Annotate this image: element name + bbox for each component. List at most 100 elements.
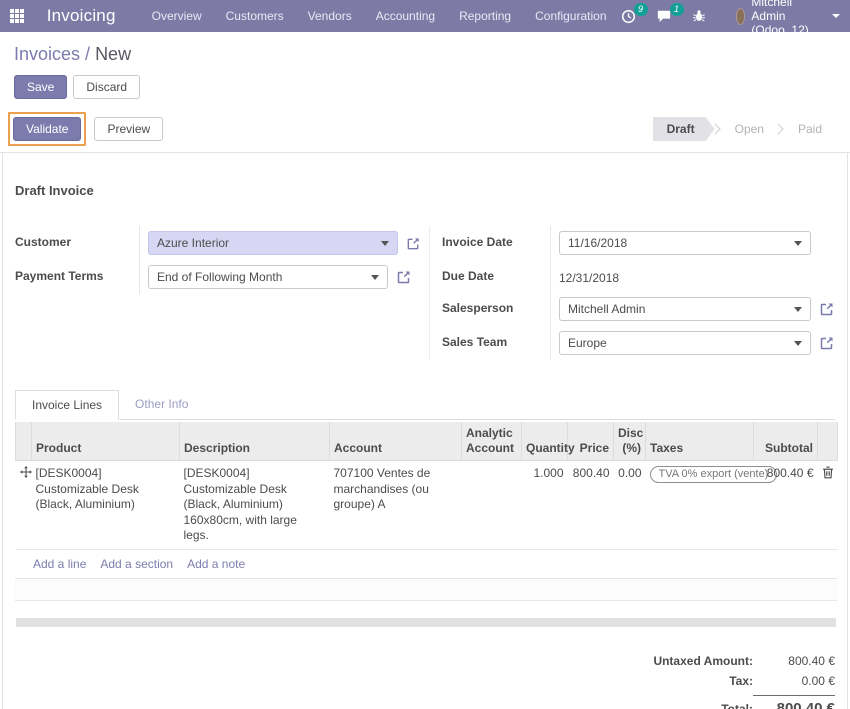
dropdown-caret-icon bbox=[794, 341, 802, 346]
payment-terms-field[interactable]: End of Following Month bbox=[148, 265, 388, 289]
col-product[interactable]: Product bbox=[32, 422, 180, 461]
messages-badge: 1 bbox=[670, 3, 684, 16]
salesperson-value: Mitchell Admin bbox=[568, 302, 788, 316]
breadcrumb-current: New bbox=[95, 44, 131, 64]
cell-product[interactable]: [DESK0004] Customizable Desk (Black, Alu… bbox=[32, 461, 180, 550]
breadcrumb: Invoices / New bbox=[14, 44, 836, 65]
total-value: 800.40 € bbox=[753, 695, 835, 709]
col-taxes[interactable]: Taxes bbox=[646, 422, 754, 461]
untaxed-amount-label: Untaxed Amount: bbox=[653, 654, 753, 668]
menu-customers[interactable]: Customers bbox=[216, 0, 294, 32]
trash-column-header bbox=[818, 422, 838, 461]
apps-menu-button[interactable] bbox=[0, 0, 35, 32]
tab-invoice-lines[interactable]: Invoice Lines bbox=[15, 390, 119, 420]
avatar bbox=[736, 8, 746, 25]
cell-quantity[interactable]: 1.000 bbox=[522, 461, 568, 550]
user-menu[interactable]: Mitchell Admin (Odoo_12) bbox=[722, 0, 841, 37]
form-sheet: Draft Invoice Customer Azure Interior Pa… bbox=[2, 153, 848, 709]
cell-description[interactable]: [DESK0004] Customizable Desk (Black, Alu… bbox=[180, 461, 330, 550]
customer-field[interactable]: Azure Interior bbox=[148, 231, 398, 255]
table-header-row: Product Description Account Analytic Acc… bbox=[16, 422, 838, 461]
messages-button[interactable]: 1 bbox=[652, 9, 682, 23]
validate-button[interactable]: Validate bbox=[13, 117, 81, 141]
due-date-value: 12/31/2018 bbox=[559, 270, 619, 286]
customer-external-link-icon[interactable] bbox=[406, 236, 421, 251]
col-description[interactable]: Description bbox=[180, 422, 330, 461]
debug-button[interactable] bbox=[688, 9, 716, 23]
sales-team-value: Europe bbox=[568, 336, 788, 350]
menu-accounting[interactable]: Accounting bbox=[366, 0, 445, 32]
total-label: Total: bbox=[721, 702, 753, 709]
breadcrumb-parent[interactable]: Invoices bbox=[14, 44, 80, 64]
col-account[interactable]: Account bbox=[330, 422, 462, 461]
status-open[interactable]: Open bbox=[721, 117, 778, 141]
customer-value: Azure Interior bbox=[157, 236, 375, 250]
dropdown-caret-icon bbox=[794, 307, 802, 312]
col-analytic-account[interactable]: Analytic Account bbox=[462, 422, 522, 461]
menu-reporting[interactable]: Reporting bbox=[449, 0, 521, 32]
app-title[interactable]: Invoicing bbox=[47, 6, 116, 26]
menu-configuration[interactable]: Configuration bbox=[525, 0, 616, 32]
activities-button[interactable]: 9 bbox=[617, 9, 646, 24]
user-name: Mitchell Admin (Odoo_12) bbox=[751, 0, 824, 37]
tax-label: Tax: bbox=[729, 674, 753, 688]
statusbar-row: Validate Preview Draft Open Paid bbox=[0, 107, 850, 153]
status-draft[interactable]: Draft bbox=[653, 117, 715, 141]
salesperson-label: Salesperson bbox=[430, 292, 550, 326]
control-panel: Invoices / New Save Discard bbox=[0, 32, 850, 99]
workflow-buttons: Validate Preview bbox=[8, 112, 163, 146]
empty-line-row bbox=[15, 579, 837, 601]
cell-price[interactable]: 800.40 bbox=[568, 461, 614, 550]
sales-team-external-link-icon[interactable] bbox=[819, 335, 835, 351]
preview-button[interactable]: Preview bbox=[94, 117, 163, 141]
sales-team-label: Sales Team bbox=[430, 326, 550, 360]
handle-column-header bbox=[16, 422, 32, 461]
payment-terms-external-link-icon[interactable] bbox=[396, 269, 412, 285]
cell-account[interactable]: 707100 Ventes de marchandises (ou groupe… bbox=[330, 461, 462, 550]
payment-terms-label: Payment Terms bbox=[15, 260, 139, 294]
add-a-line-link[interactable]: Add a line bbox=[33, 557, 86, 571]
tab-other-info[interactable]: Other Info bbox=[119, 390, 204, 419]
notebook-tabs: Invoice Lines Other Info bbox=[15, 390, 835, 420]
main-menu: Overview Customers Vendors Accounting Re… bbox=[142, 0, 617, 32]
dropdown-caret-icon bbox=[371, 275, 379, 280]
table-row[interactable]: [DESK0004] Customizable Desk (Black, Alu… bbox=[16, 461, 838, 550]
totals-block: Untaxed Amount: 800.40 € Tax: 0.00 € Tot… bbox=[555, 651, 835, 709]
horizontal-scrollbar[interactable] bbox=[16, 618, 836, 627]
customer-label: Customer bbox=[15, 226, 139, 260]
menu-vendors[interactable]: Vendors bbox=[298, 0, 362, 32]
header-field-groups: Customer Azure Interior Payment Terms En… bbox=[15, 226, 835, 360]
cell-analytic-account[interactable] bbox=[462, 461, 522, 550]
save-button[interactable]: Save bbox=[14, 75, 67, 99]
sales-team-field[interactable]: Europe bbox=[559, 331, 811, 355]
validate-highlight: Validate bbox=[8, 112, 86, 146]
invoice-date-label: Invoice Date bbox=[430, 226, 550, 260]
add-a-note-link[interactable]: Add a note bbox=[187, 557, 245, 571]
salesperson-external-link-icon[interactable] bbox=[819, 301, 835, 317]
right-field-group: Invoice Date 11/16/2018 Due Date 12/31/2… bbox=[429, 226, 840, 360]
cell-taxes[interactable]: TVA 0% export (vente) bbox=[646, 461, 754, 550]
discard-button[interactable]: Discard bbox=[73, 75, 140, 99]
status-pipeline: Draft Open Paid bbox=[653, 117, 836, 141]
top-navbar: Invoicing Overview Customers Vendors Acc… bbox=[0, 0, 850, 32]
cell-disc[interactable]: 0.00 bbox=[614, 461, 646, 550]
delete-line-icon[interactable] bbox=[822, 466, 834, 479]
status-paid[interactable]: Paid bbox=[784, 117, 836, 141]
salesperson-field[interactable]: Mitchell Admin bbox=[559, 297, 811, 321]
document-state-title: Draft Invoice bbox=[15, 183, 835, 198]
col-quantity[interactable]: Quantity bbox=[522, 422, 568, 461]
tax-value: 0.00 € bbox=[753, 674, 835, 688]
chevron-down-icon bbox=[832, 14, 840, 18]
menu-overview[interactable]: Overview bbox=[142, 0, 212, 32]
bug-icon bbox=[692, 9, 706, 23]
col-subtotal[interactable]: Subtotal bbox=[754, 422, 818, 461]
dropdown-caret-icon bbox=[794, 241, 802, 246]
col-disc[interactable]: Disc (%) bbox=[614, 422, 646, 461]
breadcrumb-separator: / bbox=[80, 44, 95, 64]
tax-tag[interactable]: TVA 0% export (vente) bbox=[650, 466, 778, 483]
due-date-label: Due Date bbox=[430, 260, 550, 292]
apps-grid-icon bbox=[10, 9, 24, 23]
drag-handle-icon[interactable] bbox=[20, 466, 32, 478]
add-a-section-link[interactable]: Add a section bbox=[100, 557, 173, 571]
invoice-date-field[interactable]: 11/16/2018 bbox=[559, 231, 811, 255]
